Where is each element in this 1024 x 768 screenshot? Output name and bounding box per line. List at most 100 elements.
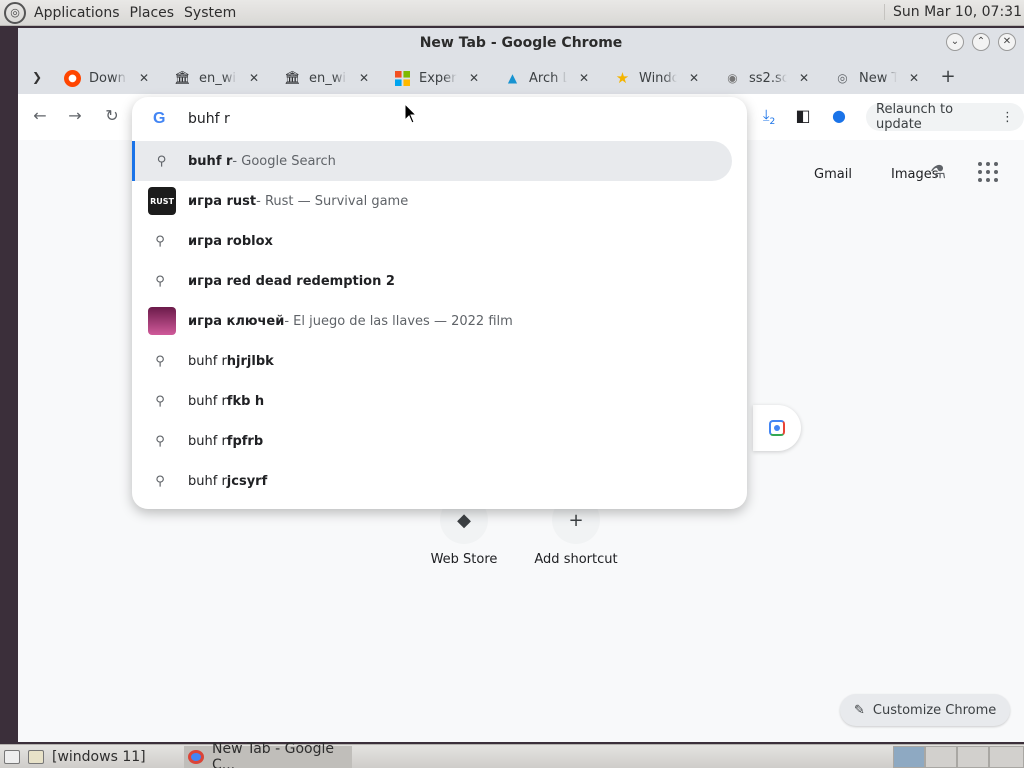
- window-title-bar[interactable]: New Tab - Google Chrome ⌄ ⌃ ✕: [18, 28, 1024, 58]
- chrome-icon: ◎: [837, 71, 848, 85]
- arch-linux-icon: ▲: [507, 71, 518, 85]
- tab-close-icon[interactable]: ✕: [797, 71, 811, 85]
- labs-flask-icon[interactable]: ⚗: [930, 162, 946, 183]
- relaunch-button[interactable]: Relaunch to update ⋮: [866, 102, 1024, 132]
- search-icon: ⚲: [155, 433, 165, 449]
- tab-archive-2[interactable]: 🏛 en_wir ✕: [284, 64, 371, 92]
- film-thumbnail-icon: [148, 307, 176, 335]
- suggestion-text: игра ключей: [188, 314, 284, 329]
- suggestion-rest: red dead redemption 2: [221, 273, 395, 289]
- suggestion-text: игра rust: [188, 194, 256, 209]
- suggestion-rest: fpfrb: [226, 433, 264, 449]
- suggestion-row[interactable]: ⚲ buhf rfkb h: [132, 381, 732, 421]
- tab-title: en_wir: [199, 70, 237, 86]
- tab-close-icon[interactable]: ✕: [687, 71, 701, 85]
- suggestion-text: buhf rfpfrb: [188, 434, 263, 449]
- profile-icon[interactable]: ●: [828, 106, 850, 125]
- suggestion-row[interactable]: ⚲ игра red dead redemption 2: [132, 261, 732, 301]
- tab-arch-linux[interactable]: ▲ Arch L ✕: [504, 64, 591, 92]
- tab-title: Experi: [419, 70, 457, 86]
- tab-windows[interactable]: ★ Windo ✕: [614, 64, 701, 92]
- tab-close-icon[interactable]: ✕: [247, 71, 261, 85]
- microsoft-icon: [394, 70, 411, 87]
- taskbar-item-windows-11[interactable]: [windows 11]: [24, 746, 184, 768]
- apps-grid-icon[interactable]: [978, 162, 998, 182]
- suggestion-bold: игра rust: [188, 193, 257, 209]
- suggestion-bold: buhf r: [188, 153, 233, 169]
- tab-close-icon[interactable]: ✕: [577, 71, 591, 85]
- suggestion-row[interactable]: ⚲ buhf rhjrjlbk: [132, 341, 732, 381]
- back-icon[interactable]: ←: [29, 106, 51, 125]
- taskbar-label: [windows 11]: [52, 748, 146, 765]
- downloads-icon[interactable]: ⤓2: [758, 106, 780, 127]
- google-g-icon: G: [153, 110, 166, 127]
- maximize-button[interactable]: ⌃: [972, 33, 990, 51]
- download-count: 2: [769, 117, 776, 127]
- omnibox-text[interactable]: buhf r: [188, 111, 230, 127]
- customize-chrome-button[interactable]: ✎ Customize Chrome: [840, 694, 1011, 726]
- suggestion-plain: buhf r: [188, 393, 227, 409]
- taskbar-label: New Tab - Google C...: [212, 740, 335, 768]
- tab-close-icon[interactable]: ✕: [137, 71, 151, 85]
- suggestion-plain: buhf r: [188, 433, 227, 449]
- suggestion-sub: - El juego de las llaves — 2022 film: [284, 313, 513, 329]
- tab-ss2[interactable]: ◉ ss2.so ✕: [724, 64, 811, 92]
- suggestion-row[interactable]: ⚲ buhf rjcsyrf: [132, 461, 732, 501]
- forward-icon[interactable]: →: [64, 106, 86, 125]
- system-menu[interactable]: System: [182, 5, 238, 21]
- tab-strip: ❯ ● Downl ✕ 🏛 en_wir ✕ 🏛 en_wir ✕ Experi…: [18, 58, 1024, 94]
- tab-close-icon[interactable]: ✕: [467, 71, 481, 85]
- minimize-button[interactable]: ⌄: [946, 33, 964, 51]
- suggestion-bold: игра: [188, 233, 222, 249]
- tab-new-tab[interactable]: ◎ New T ✕: [834, 64, 921, 92]
- tab-archive-1[interactable]: 🏛 en_wir ✕: [174, 64, 261, 92]
- suggestion-row[interactable]: ⚲ buhf r - Google Search: [132, 141, 732, 181]
- distro-logo-icon[interactable]: ◎: [4, 1, 26, 24]
- suggestion-rest: roblox: [221, 233, 273, 249]
- search-icon: ⚲: [155, 473, 165, 489]
- tab-title: Arch L: [529, 70, 567, 86]
- search-icon: ⚲: [156, 153, 167, 169]
- suggestion-text: buhf r: [188, 154, 232, 169]
- workspace-1[interactable]: [893, 746, 925, 768]
- applications-menu[interactable]: Applications: [32, 5, 122, 21]
- suggestion-row[interactable]: ⚲ игра roblox: [132, 221, 732, 261]
- reddit-icon: ●: [64, 69, 81, 87]
- search-icon: ⚲: [155, 353, 165, 369]
- tab-title: New T: [859, 70, 897, 86]
- taskbar-item-chrome[interactable]: New Tab - Google C...: [184, 741, 352, 768]
- tab-reddit[interactable]: ● Downl ✕: [64, 64, 151, 92]
- suggestion-row[interactable]: RUST игра rust - Rust — Survival game: [132, 181, 732, 221]
- tab-search-chevron-icon[interactable]: ❯: [28, 68, 46, 86]
- tab-close-icon[interactable]: ✕: [357, 71, 371, 85]
- google-lens-button[interactable]: [753, 405, 801, 451]
- google-lens-icon: [769, 420, 785, 436]
- workspace-3[interactable]: [957, 746, 989, 768]
- show-desktop-icon[interactable]: [0, 746, 24, 768]
- clock[interactable]: Sun Mar 10, 07:31: [883, 4, 1022, 20]
- suggestion-rest: jcsyrf: [226, 473, 268, 489]
- suggestion-rest: fkb h: [226, 393, 265, 409]
- places-menu[interactable]: Places: [128, 5, 177, 21]
- suggestion-text: игра roblox: [188, 234, 273, 249]
- folder-icon: [28, 749, 44, 764]
- suggestion-row[interactable]: ⚲ buhf rfpfrb: [132, 421, 732, 461]
- tab-microsoft[interactable]: Experi ✕: [394, 64, 481, 92]
- top-panel: ◎ Applications Places System Sun Mar 10,…: [0, 0, 1024, 26]
- workspace-2[interactable]: [925, 746, 957, 768]
- omnibox-dropdown: G buhf r ⚲ buhf r - Google Search RUST и…: [132, 97, 747, 509]
- new-tab-button[interactable]: +: [938, 66, 958, 87]
- side-panel-icon[interactable]: ◧: [792, 106, 814, 125]
- workspace-4[interactable]: [989, 746, 1024, 768]
- gmail-link[interactable]: Gmail: [814, 167, 852, 182]
- suggestion-row[interactable]: игра ключей - El juego de las llaves — 2…: [132, 301, 732, 341]
- pencil-icon: ✎: [854, 702, 865, 718]
- reload-icon[interactable]: ↻: [101, 106, 123, 125]
- tab-close-icon[interactable]: ✕: [907, 71, 921, 85]
- omnibox-input[interactable]: G buhf r: [132, 97, 747, 141]
- close-window-button[interactable]: ✕: [998, 33, 1016, 51]
- chrome-icon: [188, 749, 204, 764]
- suggestion-sub: - Google Search: [232, 153, 336, 169]
- suggestion-bold: игра: [188, 273, 222, 289]
- suggestion-sub: - Rust — Survival game: [256, 193, 409, 209]
